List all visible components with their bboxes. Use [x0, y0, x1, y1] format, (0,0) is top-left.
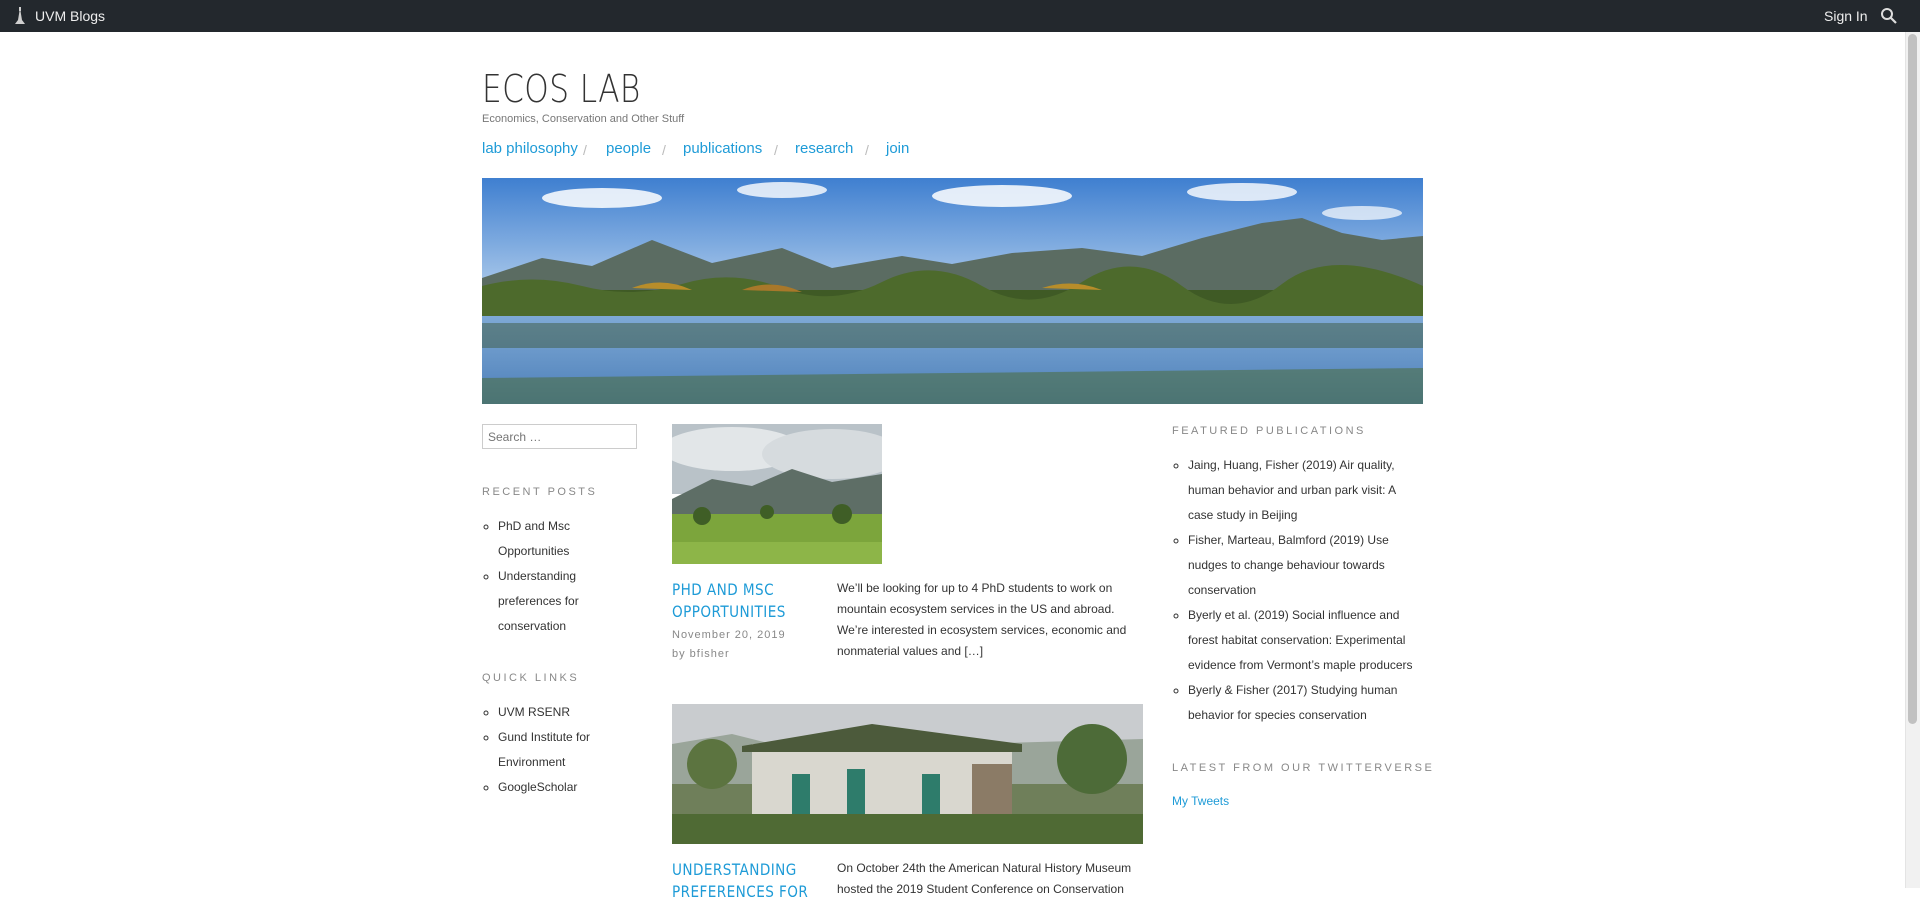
recent-posts-list: PhD and MscOpportunities Understandingpr… [482, 514, 648, 639]
uvm-logo-icon[interactable] [12, 7, 28, 25]
nav-separator: / [865, 142, 869, 158]
post-author[interactable]: by bfisher [672, 648, 730, 660]
header-banner-image [482, 178, 1423, 404]
list-item[interactable]: UVM RSENR [498, 700, 648, 725]
recent-posts-title: RECENT POSTS [482, 486, 598, 498]
post-date[interactable]: November 20, 2019 [672, 629, 786, 641]
my-tweets-link[interactable]: My Tweets [1172, 794, 1229, 808]
publication-link[interactable]: Jaing, Huang, Fisher (2019) Air quality,… [1188, 458, 1396, 522]
list-item[interactable]: GoogleScholar [498, 775, 648, 800]
list-item[interactable]: Gund Institute forEnvironment [498, 725, 648, 775]
nav-separator: / [662, 142, 666, 158]
featured-publications-title: FEATURED PUBLICATIONS [1172, 425, 1366, 437]
list-item[interactable]: Fisher, Marteau, Balmford (2019) Use nud… [1188, 528, 1443, 603]
nav-research[interactable]: research [795, 140, 853, 157]
post-title-link[interactable]: PHD AND MSC OPPORTUNITIES [672, 579, 786, 623]
list-item[interactable]: Understandingpreferences forconservation [498, 564, 648, 639]
quick-links-list: UVM RSENR Gund Institute forEnvironment … [482, 700, 648, 800]
quick-link[interactable]: UVM RSENR [498, 705, 570, 719]
quick-link[interactable]: GoogleScholar [498, 780, 577, 794]
twitter-section-title: LATEST FROM OUR TWITTERVERSE [1172, 762, 1435, 774]
nav-join[interactable]: join [886, 140, 909, 157]
admin-bar: UVM Blogs Sign In [0, 0, 1920, 32]
featured-publications-list: Jaing, Huang, Fisher (2019) Air quality,… [1172, 453, 1443, 728]
nav-separator: / [583, 142, 587, 158]
recent-post-link[interactable]: Understanding preferences for conservation [498, 569, 579, 633]
sign-in-link[interactable]: Sign In [1824, 8, 1868, 24]
post-thumbnail[interactable] [672, 704, 1143, 844]
post-excerpt: We’ll be looking for up to 4 PhD student… [837, 581, 1127, 658]
search-icon[interactable] [1880, 7, 1898, 25]
post-thumbnail[interactable] [672, 424, 882, 564]
search-input[interactable] [482, 424, 637, 449]
post-excerpt: On October 24th the American Natural His… [837, 861, 1132, 896]
nav-separator: / [774, 142, 778, 158]
publication-link[interactable]: Byerly et al. (2019) Social influence an… [1188, 608, 1413, 672]
list-item[interactable]: Byerly & Fisher (2017) Studying human be… [1188, 678, 1443, 728]
list-item[interactable]: Byerly et al. (2019) Social influence an… [1188, 603, 1443, 678]
site-tagline: Economics, Conservation and Other Stuff [482, 113, 685, 125]
quick-link[interactable]: Gund Institute for Environment [498, 730, 590, 769]
list-item[interactable]: PhD and MscOpportunities [498, 514, 648, 564]
post-title-link[interactable]: UNDERSTANDING PREFERENCES FOR [672, 859, 808, 903]
site-title[interactable]: ECOS LAB [482, 64, 641, 114]
site-name-link[interactable]: UVM Blogs [35, 8, 105, 24]
nav-people[interactable]: people [606, 140, 651, 157]
nav-lab-philosophy[interactable]: lab philosophy [482, 140, 578, 157]
publication-link[interactable]: Byerly & Fisher (2017) Studying human be… [1188, 683, 1397, 722]
publication-link[interactable]: Fisher, Marteau, Balmford (2019) Use nud… [1188, 533, 1389, 597]
recent-post-link[interactable]: PhD and Msc Opportunities [498, 519, 570, 558]
nav-publications[interactable]: publications [683, 140, 762, 157]
quick-links-title: QUICK LINKS [482, 672, 580, 684]
scrollbar-thumb[interactable] [1908, 34, 1917, 724]
list-item[interactable]: Jaing, Huang, Fisher (2019) Air quality,… [1188, 453, 1443, 528]
